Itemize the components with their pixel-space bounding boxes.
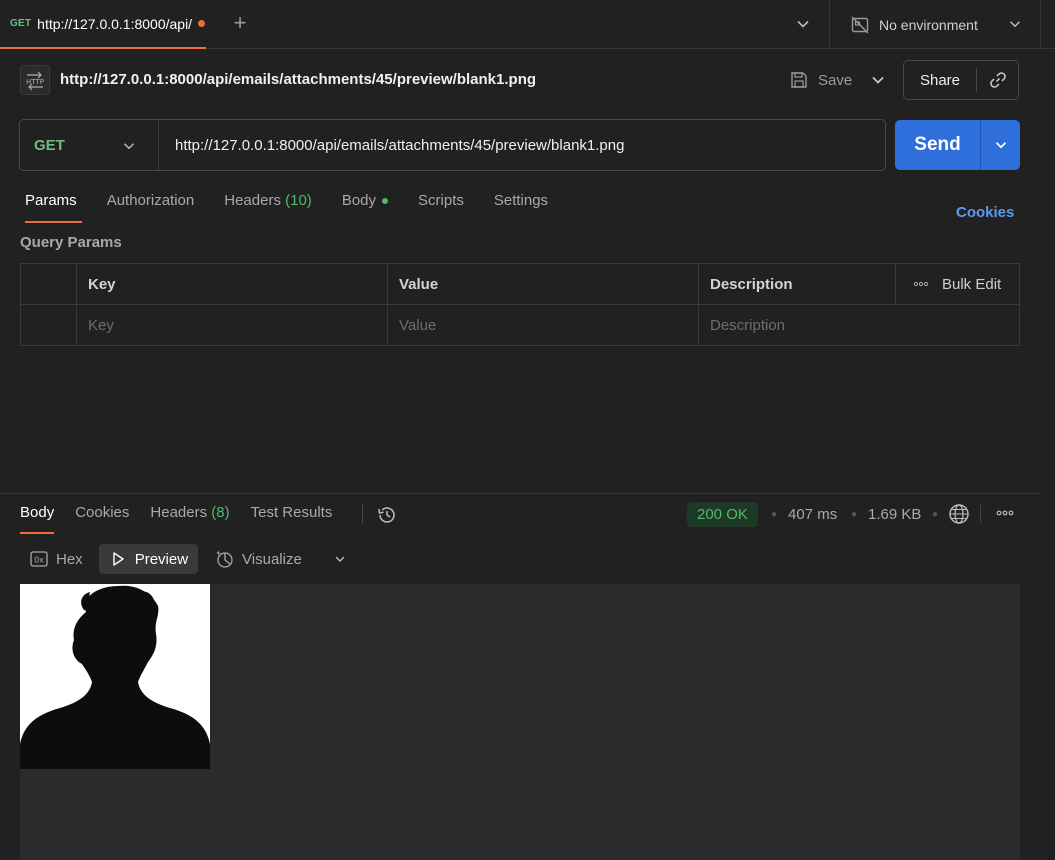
- response-tabs: Body Cookies Headers (8) Test Results: [20, 504, 353, 534]
- tab-headers-count: (10): [285, 192, 312, 209]
- response-tab-cookies-label: Cookies: [75, 504, 130, 521]
- preview-label: Preview: [134, 550, 189, 568]
- url-bar: GET http://127.0.0.1:8000/api/emails/att…: [19, 119, 886, 171]
- environment-label: No environment: [879, 16, 978, 33]
- visualize-view-button[interactable]: Visualize: [204, 544, 312, 574]
- tabs-chevron-down-icon[interactable]: [793, 14, 813, 34]
- tab-authorization[interactable]: Authorization: [107, 192, 195, 223]
- meta-separator-dot: ●: [932, 509, 939, 520]
- response-divider[interactable]: [0, 493, 1041, 494]
- response-tab-body-label: Body: [20, 504, 55, 521]
- response-tabs-separator: [362, 504, 363, 524]
- send-button[interactable]: Send: [895, 134, 980, 156]
- response-more-icon[interactable]: [995, 505, 1015, 524]
- params-table: Key Value Description Bulk Edit Key Valu…: [20, 263, 1020, 346]
- tab-authorization-label: Authorization: [106, 192, 195, 209]
- response-size[interactable]: 1.69 KB: [868, 506, 921, 523]
- meta-separator-dot: ●: [771, 509, 778, 520]
- environment-selector[interactable]: No environment: [829, 0, 1041, 49]
- header-key: Key: [77, 264, 388, 304]
- history-icon[interactable]: [376, 504, 398, 529]
- body-indicator-dot-icon: [382, 198, 389, 205]
- method-chevron-down-icon: [120, 137, 138, 158]
- params-input-row: Key Value Description: [21, 305, 1019, 346]
- tab-settings-label: Settings: [493, 192, 549, 209]
- visualize-chevron-down-icon[interactable]: [332, 551, 348, 570]
- http-request-icon: HTTP: [20, 65, 50, 95]
- svg-text:HTTP: HTTP: [26, 78, 44, 86]
- status-badge[interactable]: 200 OK: [687, 502, 758, 527]
- params-header-row: Key Value Description Bulk Edit: [21, 264, 1019, 305]
- method-select[interactable]: GET: [20, 120, 159, 170]
- header-actions: Bulk Edit: [896, 264, 1019, 304]
- tab-scripts[interactable]: Scripts: [418, 192, 464, 223]
- query-params-title: Query Params: [20, 234, 122, 251]
- send-options-chevron-icon[interactable]: [981, 136, 1020, 154]
- params-row-checkbox: [21, 305, 77, 346]
- header-value: Value: [388, 264, 699, 304]
- response-headers-count: (8): [211, 504, 230, 521]
- save-icon: [789, 70, 809, 90]
- globe-icon[interactable]: [948, 503, 970, 528]
- copy-link-icon[interactable]: [977, 70, 1018, 90]
- person-silhouette-icon: [20, 584, 210, 769]
- response-tab-body[interactable]: Body: [20, 504, 55, 534]
- share-button[interactable]: Share: [904, 72, 976, 89]
- tab-settings[interactable]: Settings: [494, 192, 548, 223]
- send-button-group: Send: [895, 120, 1020, 170]
- request-title[interactable]: http://127.0.0.1:8000/api/emails/attachm…: [60, 71, 536, 88]
- tab-params-label: Params: [25, 192, 77, 209]
- param-value-input[interactable]: Value: [388, 305, 699, 346]
- tab-scripts-label: Scripts: [418, 192, 464, 209]
- url-input[interactable]: http://127.0.0.1:8000/api/emails/attachm…: [159, 137, 624, 154]
- unsaved-dot-icon: [198, 20, 206, 27]
- tab-body-label: Body: [341, 192, 377, 209]
- response-tab-cookies[interactable]: Cookies: [75, 504, 129, 534]
- meta-separator: [980, 505, 981, 523]
- bulk-edit-button[interactable]: Bulk Edit: [942, 276, 1001, 293]
- response-view-bar: 0x Hex Preview Visualize: [20, 544, 318, 574]
- no-environment-icon: [850, 15, 870, 35]
- svg-text:0x: 0x: [34, 556, 44, 565]
- request-tabs: Params Authorization Headers (10) Body S…: [20, 192, 578, 224]
- response-tab-test-results[interactable]: Test Results: [251, 504, 333, 534]
- hex-view-button[interactable]: 0x Hex: [20, 544, 93, 574]
- tab-method: GET: [10, 18, 32, 29]
- preview-image: [20, 584, 210, 769]
- new-tab-plus-icon[interactable]: +: [228, 12, 252, 36]
- tab-headers[interactable]: Headers (10): [224, 192, 312, 223]
- visualize-label: Visualize: [242, 550, 302, 568]
- method-value: GET: [34, 136, 65, 154]
- share-button-group: Share: [903, 60, 1019, 100]
- more-options-icon[interactable]: [896, 264, 946, 304]
- save-button[interactable]: Save: [789, 68, 852, 92]
- visualize-icon: [214, 549, 234, 569]
- hex-label: Hex: [56, 550, 83, 568]
- response-tab-headers-label: Headers: [150, 504, 208, 521]
- preview-view-button[interactable]: Preview: [98, 544, 199, 574]
- save-label: Save: [818, 71, 853, 89]
- param-description-input[interactable]: Description: [699, 305, 1019, 346]
- response-tab-headers[interactable]: Headers (8): [150, 504, 229, 534]
- response-time[interactable]: 407 ms: [788, 506, 837, 523]
- response-tab-test-results-label: Test Results: [250, 504, 333, 521]
- tab-title: http://127.0.0.1:8000/api/emails/attachm…: [37, 15, 193, 32]
- tab-params[interactable]: Params: [25, 192, 82, 223]
- meta-separator-dot: ●: [851, 509, 858, 520]
- request-tab[interactable]: GET http://127.0.0.1:8000/api/emails/att…: [0, 0, 206, 49]
- tab-headers-label: Headers: [224, 192, 281, 209]
- play-icon: [109, 550, 127, 568]
- environment-chevron-down-icon: [1006, 15, 1024, 36]
- param-key-input[interactable]: Key: [77, 305, 388, 346]
- cookies-link[interactable]: Cookies: [956, 204, 1014, 221]
- params-checkbox-column: [21, 264, 77, 304]
- header-description: Description: [699, 264, 896, 304]
- save-options-chevron-icon[interactable]: [868, 70, 888, 93]
- hex-icon: 0x: [30, 550, 48, 568]
- tab-body[interactable]: Body: [341, 192, 389, 223]
